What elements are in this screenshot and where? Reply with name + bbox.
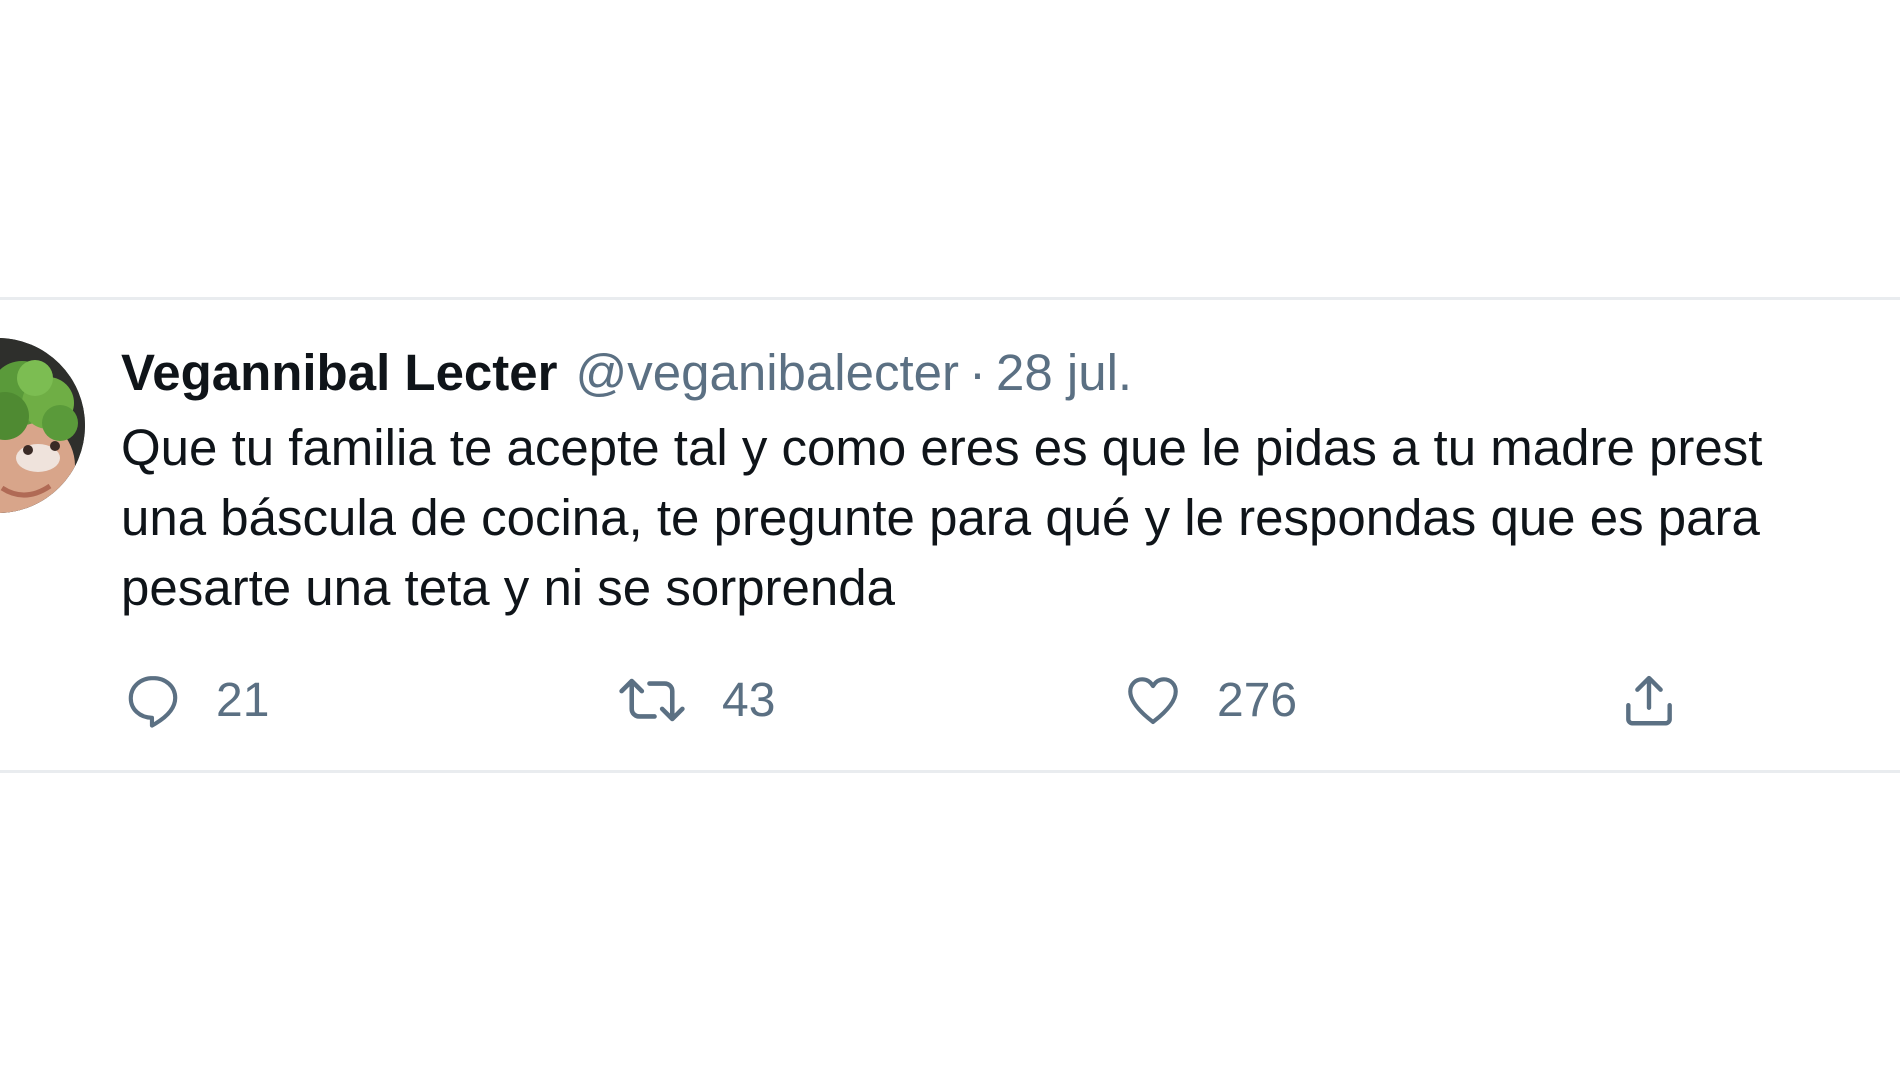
tweet-text-line: pesarte una teta y ni se sorprenda (121, 559, 895, 616)
author-handle[interactable]: @veganibalecter (576, 344, 960, 401)
like-button[interactable]: 276 (1121, 660, 1297, 740)
bottom-divider (0, 770, 1900, 773)
tweet-text-line: Que tu familia te acepte tal y como eres… (121, 419, 1763, 476)
tweet-text-line: una báscula de cocina, te pregunte para … (121, 489, 1760, 546)
avatar[interactable] (0, 338, 85, 513)
share-icon (1626, 675, 1672, 726)
tweet-screenshot: Vegannibal Lecter @veganibalecter · 28 jul.… (0, 0, 1900, 1069)
reply-icon (128, 675, 178, 728)
tweet-date[interactable]: 28 jul. (996, 344, 1132, 401)
like-count: 276 (1217, 673, 1298, 727)
reply-count: 21 (216, 673, 270, 727)
tweet-actions: 21 43 276 (0, 660, 1900, 740)
tweet-header: Vegannibal Lecter @veganibalecter · 28 jul. (121, 340, 1132, 406)
retweet-icon (619, 678, 685, 722)
retweet-count: 43 (722, 673, 776, 727)
reply-button[interactable]: 21 (122, 660, 269, 740)
avatar-image (0, 338, 85, 513)
retweet-button[interactable]: 43 (614, 660, 775, 740)
header-separator: · (969, 344, 986, 401)
heart-icon (1128, 677, 1178, 725)
share-button[interactable] (1618, 660, 1680, 740)
tweet-card[interactable]: Vegannibal Lecter @veganibalecter · 28 jul.… (0, 300, 1900, 770)
tweet-text: Que tu familia te acepte tal y como eres… (121, 413, 1900, 623)
author-name[interactable]: Vegannibal Lecter (121, 344, 558, 401)
